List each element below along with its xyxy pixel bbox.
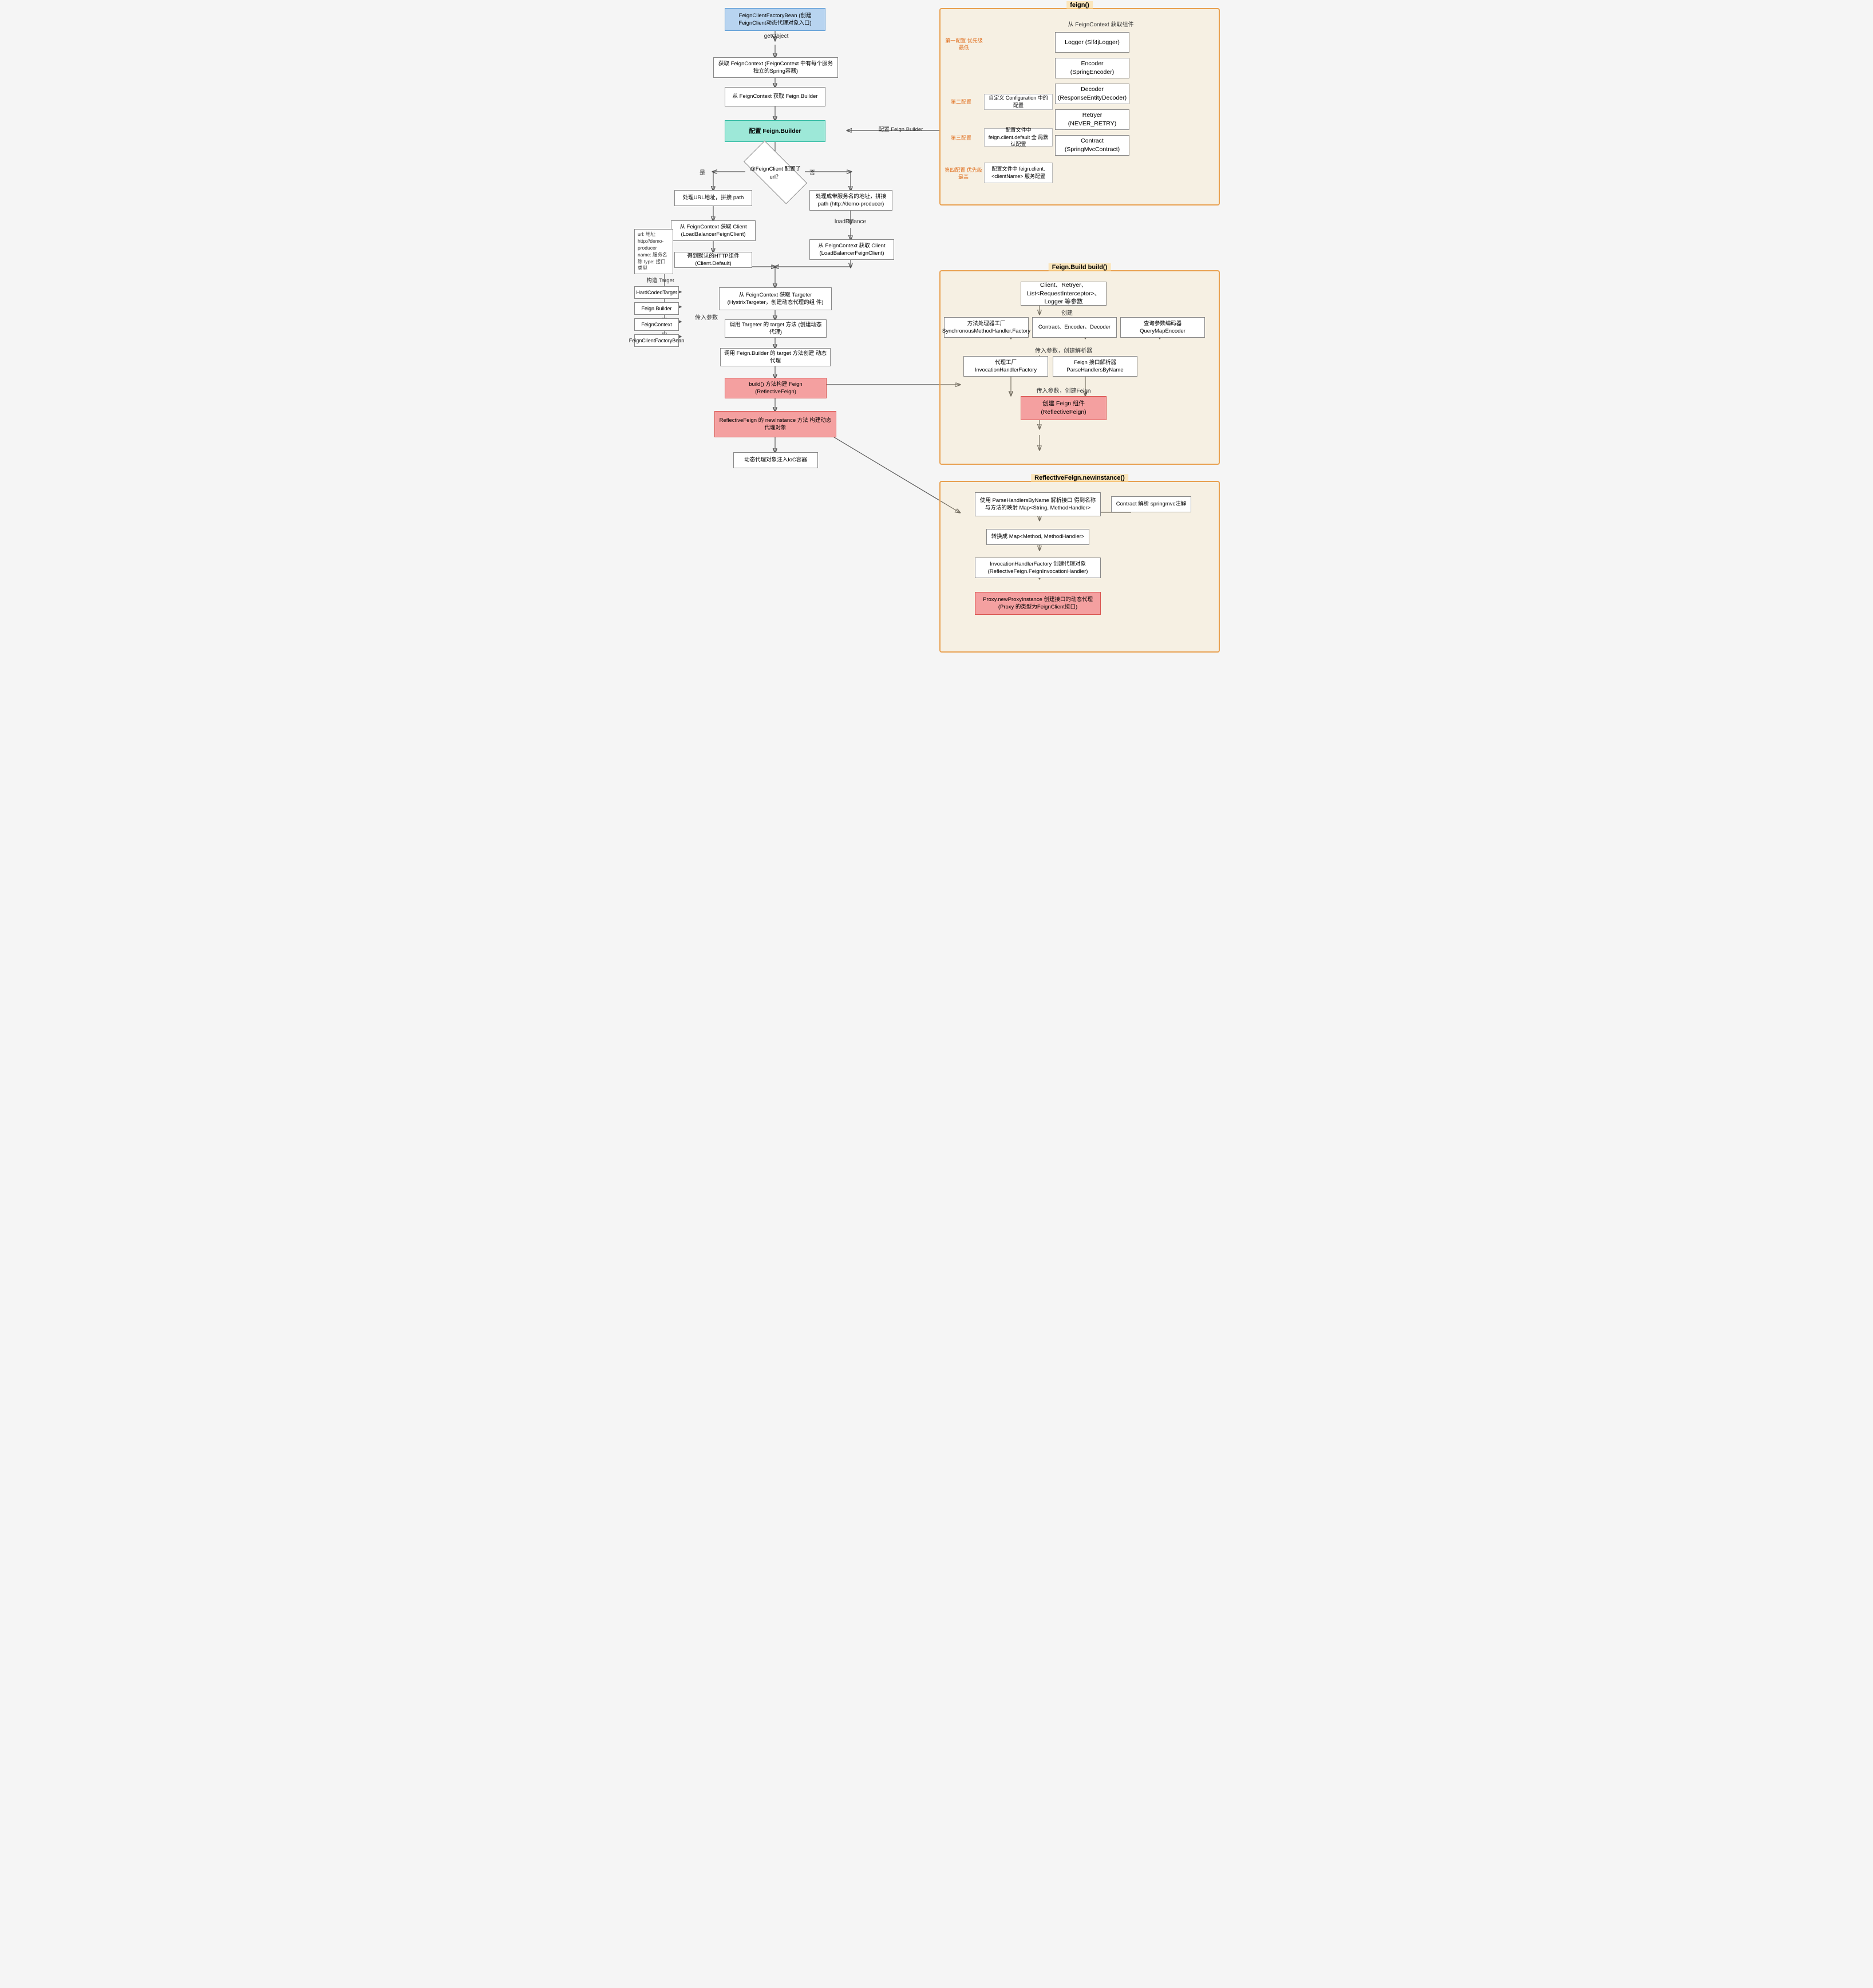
feign-contract-box: Contract (SpringMvcContract) <box>1055 135 1129 156</box>
factory-bean-box: FeignClientFactoryBean (创建FeignClient动态代… <box>725 8 825 31</box>
fetch-client-url-box: 从 FeignContext 获取 Client (LoadBalancerFe… <box>671 220 756 241</box>
diamond-url-wrap: @FeignClient 配置了 url？ <box>745 157 805 187</box>
feign-level4-label: 第四配置 优先级最高 <box>944 167 983 180</box>
build-feign-parser-box: Feign 接口解析器 ParseHandlersByName <box>1053 356 1137 377</box>
yes-label: 是 <box>700 168 705 176</box>
feign-level4-desc: 配置文件中 feign.client. <clientName> 服务配置 <box>984 163 1053 183</box>
build-panel: Feign.Build build() Client、Retryer、 List… <box>939 270 1220 465</box>
feign-encoder-box: Encoder (SpringEncoder) <box>1055 58 1129 78</box>
feign-builder-small-box: Feign.Builder <box>634 302 679 315</box>
canvas: feign() 从 FeignContext 获取组件 Logger (Slf4… <box>633 0 1240 664</box>
build-create-label: 创建 <box>1053 308 1081 317</box>
inject-ioc-box: 动态代理对象注入IoC容器 <box>733 452 818 468</box>
feign-decoder-box: Decoder (ResponseEntityDecoder) <box>1055 84 1129 104</box>
no-label: 否 <box>809 168 815 176</box>
load-balance-label: loadBalance <box>835 219 866 225</box>
diamond-url-label: @FeignClient 配置了 url？ <box>745 157 805 187</box>
build-panel-title: Feign.Build build() <box>1049 263 1111 271</box>
feign-logger-box: Logger (Slf4jLogger) <box>1055 32 1129 53</box>
build-pass-create-label: 传入参数，创建Feign <box>1015 386 1112 394</box>
feign-context-box: 获取 FeignContext (FeignContext 中有每个服务独立的S… <box>713 57 838 78</box>
handle-service-box: 处理成带服务名的地址，拼接 path (http://demo-producer… <box>809 190 892 211</box>
new-instance-box: ReflectiveFeign 的 newInstance 方法 构建动态代理对… <box>714 411 836 437</box>
feign-panel-title: feign() <box>1066 1 1093 9</box>
newinstance-panel: ReflectiveFeign.newInstance() 使用 ParseHa… <box>939 481 1220 653</box>
build-params-box: Client、Retryer、 List<RequestInterceptor>… <box>1021 282 1107 306</box>
feign-level1-label: 第一配置 优先级最低 <box>944 38 984 51</box>
build-pass-params-label: 传入参数，创建解析器 <box>1015 346 1112 354</box>
call-build-target-box: 调用 Feign.Builder 的 target 方法创建 动态代理 <box>720 348 831 366</box>
construct-target-label: 构造 Target <box>639 276 682 284</box>
build-create-feign-box: 创建 Feign 组件 (ReflectiveFeign) <box>1021 396 1107 420</box>
feign-retryer-box: Retryer (NEVER_RETRY) <box>1055 109 1129 130</box>
feign-level2-desc: 自定义 Configuration 中的配置 <box>984 94 1053 110</box>
config-feign-builder-label: 配置 Feign.Builder <box>859 125 942 133</box>
feign-context-small-box: FeignContext <box>634 318 679 331</box>
factory-bean-small-box: FeignClientFactoryBean <box>634 334 679 347</box>
build-contract-encoder-box: Contract、Encoder、Decoder <box>1032 317 1117 338</box>
build-feign-box: build() 方法构建 Feign (ReflectiveFeign) <box>725 378 827 398</box>
build-method-factory-box: 方法处理器工厂 SynchronousMethodHandler.Factory <box>944 317 1029 338</box>
get-http-box: 得到默认的HTTP组件 (Client.Default) <box>674 252 752 268</box>
feign-level3-desc: 配置文件中 feign.client.default 全 局默认配置 <box>984 128 1053 147</box>
call-target-box: 调用 Targeter 的 target 方法 (创建动态代理) <box>725 319 827 338</box>
pass-params-label: 传入参数 <box>695 313 718 321</box>
fetch-builder-box: 从 FeignContext 获取 Feign.Builder <box>725 87 825 106</box>
ni-convert-box: 转换成 Map<Method, MethodHandler> <box>986 529 1089 545</box>
get-object-label: getObject <box>759 33 793 39</box>
hard-coded-box: HardCodedTarget <box>634 286 679 299</box>
ni-proxy-box: Proxy.newProxyInstance 创建接口的动态代理 (Proxy … <box>975 592 1101 615</box>
build-query-encoder-box: 查询参数编码器 QueryMapEncoder <box>1120 317 1205 338</box>
config-builder-box: 配置 Feign.Builder <box>725 120 825 142</box>
newinstance-panel-title: ReflectiveFeign.newInstance() <box>1031 474 1128 482</box>
feign-level2-label: 第二配置 <box>944 98 978 105</box>
ni-invocation-box: InvocationHandlerFactory 创建代理对象 (Reflect… <box>975 558 1101 578</box>
fetch-client-lb-box: 从 FeignContext 获取 Client (LoadBalancerFe… <box>809 239 894 260</box>
ni-contract-box: Contract 解析 springmvc注解 <box>1111 496 1191 512</box>
feign-level3-label: 第三配置 <box>944 134 978 141</box>
fetch-targeter-box: 从 FeignContext 获取 Targeter (HystrixTarge… <box>719 287 832 310</box>
build-proxy-factory-box: 代理工厂 InvocationHandlerFactory <box>963 356 1048 377</box>
handle-url-box: 处理URL地址，拼接 path <box>674 190 752 206</box>
info-box: url: 地址 http://demo-producer name: 服务名称 … <box>634 229 673 274</box>
feign-get-components-label: 从 FeignContext 获取组件 <box>1055 19 1147 28</box>
ni-parse-box: 使用 ParseHandlersByName 解析接口 得到名称与方法的映射 M… <box>975 492 1101 516</box>
feign-panel: feign() 从 FeignContext 获取组件 Logger (Slf4… <box>939 8 1220 205</box>
